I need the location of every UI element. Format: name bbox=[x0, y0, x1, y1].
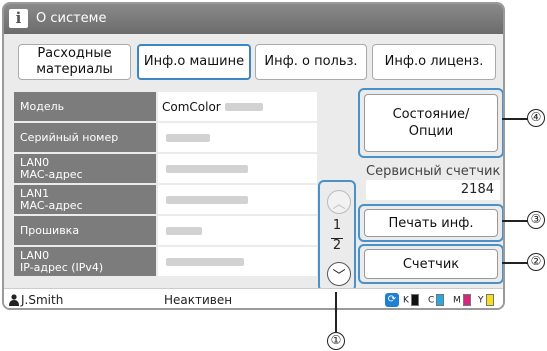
table-row: Серийный номер bbox=[14, 123, 317, 152]
chevron-down-icon: ﹀ bbox=[332, 268, 346, 284]
row-value bbox=[158, 185, 317, 214]
machine-status: Неактивен bbox=[164, 293, 233, 307]
counter-button[interactable]: Счетчик bbox=[364, 249, 498, 279]
counter-label: Счетчик bbox=[402, 256, 460, 272]
row-label: Серийный номер bbox=[14, 123, 156, 152]
current-page: 1 bbox=[332, 218, 342, 233]
row-value bbox=[158, 216, 317, 245]
scroll-up-button[interactable]: ︿ bbox=[327, 190, 351, 214]
row-label: Модель bbox=[14, 92, 156, 121]
row-value bbox=[158, 123, 317, 152]
row-label: LAN0 IP-адрес (IPv4) bbox=[14, 247, 156, 276]
service-counter-label: Сервисный счетчик bbox=[366, 164, 501, 179]
callout-3: ③ bbox=[527, 211, 545, 229]
tab-user-info[interactable]: Инф. о польз. bbox=[255, 44, 367, 80]
row-value bbox=[158, 154, 317, 183]
user-icon bbox=[9, 294, 19, 306]
table-row: LAN0 MAC-адрес bbox=[14, 154, 317, 183]
row-label: Прошивка bbox=[14, 216, 156, 245]
scroll-down-button[interactable]: ﹀ bbox=[327, 262, 351, 286]
status-options-label: Состояние/ Опции bbox=[392, 107, 470, 139]
table-row: LAN1 MAC-адрес bbox=[14, 185, 317, 214]
chevron-up-icon: ︿ bbox=[332, 196, 346, 212]
service-counter-value: 2184 bbox=[366, 180, 500, 200]
callout-line bbox=[502, 262, 529, 264]
tab-user-info-label: Инф. о польз. bbox=[264, 54, 358, 69]
machine-info-table: Модель ComColor Серийный номер LAN0 MAC-а… bbox=[14, 92, 317, 278]
tab-machine-info-label: Инф.о машине bbox=[143, 54, 245, 69]
callout-line bbox=[335, 292, 337, 332]
page-scroller: ︿ 1 2 ﹀ bbox=[318, 180, 356, 292]
row-value: ComColor bbox=[158, 92, 317, 121]
tab-license-info-label: Инф.о лиценз. bbox=[384, 54, 484, 69]
table-row: Модель ComColor bbox=[14, 92, 317, 121]
callout-2: ② bbox=[527, 253, 545, 271]
tab-license-info[interactable]: Инф.о лиценз. bbox=[372, 44, 496, 80]
link-icon[interactable]: ⟳ bbox=[385, 293, 399, 307]
table-row: Прошивка bbox=[14, 216, 317, 245]
ink-k: K bbox=[403, 294, 419, 306]
row-label: LAN0 MAC-адрес bbox=[14, 154, 156, 183]
callout-4: ④ bbox=[527, 109, 545, 127]
row-value bbox=[158, 247, 317, 276]
ink-y: Y bbox=[478, 294, 494, 306]
window-title: О системе bbox=[36, 11, 107, 26]
ink-c: C bbox=[428, 294, 445, 306]
print-info-label: Печать инф. bbox=[388, 215, 474, 231]
total-pages: 2 bbox=[332, 238, 342, 253]
table-row: LAN0 IP-адрес (IPv4) bbox=[14, 247, 317, 276]
tab-consumables[interactable]: Расходные материалы bbox=[18, 44, 131, 80]
user-name[interactable]: J.Smith bbox=[21, 293, 63, 307]
status-bar: J.Smith Неактивен ⟳ K C M Y bbox=[4, 288, 503, 308]
tab-consumables-label: Расходные материалы bbox=[36, 46, 113, 77]
ink-m: M bbox=[453, 294, 471, 306]
screen: i О системе Расходные материалы Инф.о ма… bbox=[2, 2, 505, 310]
info-icon: i bbox=[9, 9, 28, 28]
callout-1: ① bbox=[327, 332, 345, 350]
title-bar: i О системе bbox=[4, 4, 503, 34]
status-options-button[interactable]: Состояние/ Опции bbox=[364, 94, 498, 152]
callout-line bbox=[502, 118, 529, 120]
tab-machine-info[interactable]: Инф.о машине bbox=[137, 44, 251, 80]
row-label: LAN1 MAC-адрес bbox=[14, 185, 156, 214]
print-info-button[interactable]: Печать инф. bbox=[364, 209, 498, 237]
callout-line bbox=[502, 220, 529, 222]
